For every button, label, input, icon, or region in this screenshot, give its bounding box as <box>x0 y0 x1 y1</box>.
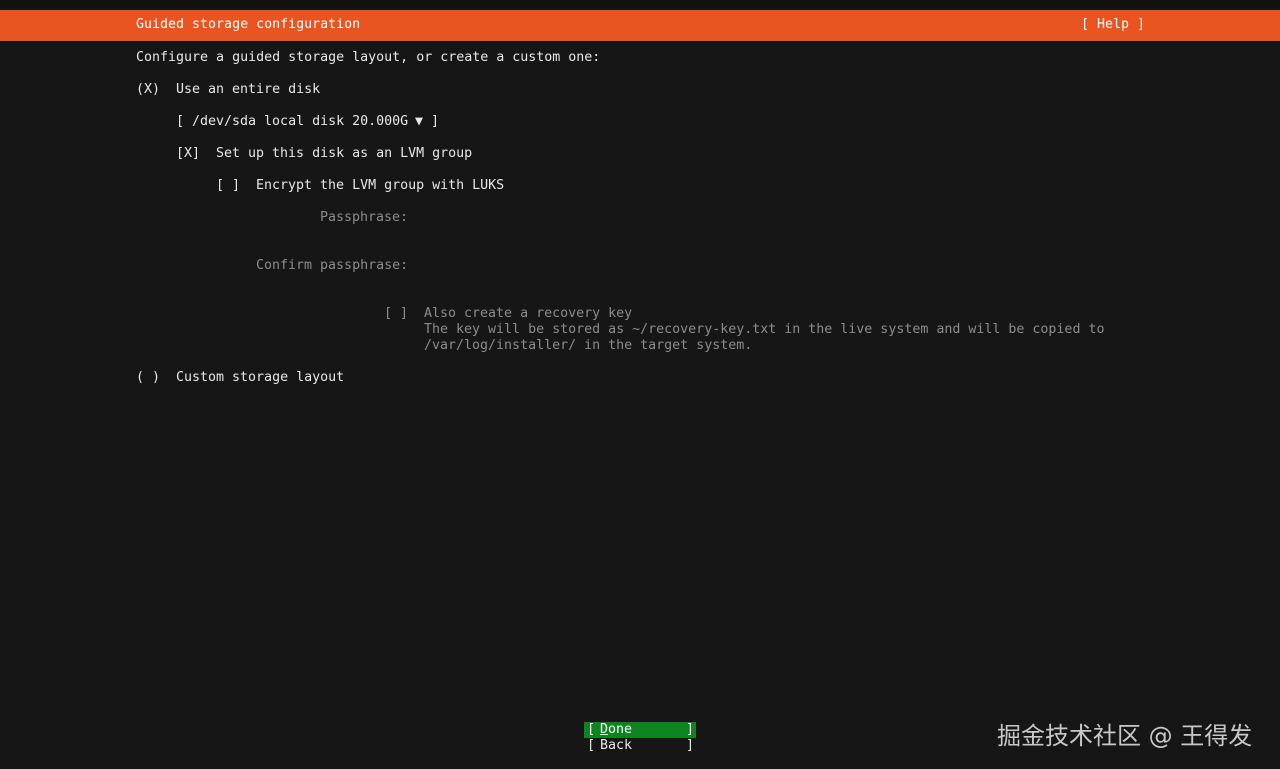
disk-select-value[interactable]: /dev/sda local disk 20.000G <box>192 114 408 130</box>
lvm-checkbox[interactable]: [X] <box>176 146 200 162</box>
custom-storage-radio[interactable]: ( ) <box>136 370 160 386</box>
recovery-key-description-line1: The key will be stored as ~/recovery-key… <box>424 322 1105 337</box>
use-entire-disk-label[interactable]: Use an entire disk <box>176 82 320 98</box>
confirm-passphrase-label: Confirm passphrase: <box>256 258 409 273</box>
done-button-label-rest: one <box>608 722 633 737</box>
passphrase-label: Passphrase: <box>320 210 409 225</box>
watermark: 掘金技术社区 @ 王得发 <box>997 722 1253 750</box>
encrypt-checkbox[interactable]: [ ] <box>216 178 240 194</box>
disk-select-open-bracket: [ <box>176 114 185 129</box>
encrypt-label[interactable]: Encrypt the LVM group with LUKS <box>256 178 504 194</box>
help-button[interactable]: [ Help ] <box>1081 17 1145 32</box>
back-button-label: Back <box>600 738 633 753</box>
done-button-hotkey: D <box>600 722 609 737</box>
back-button[interactable]: [ Back ] <box>584 738 696 754</box>
lvm-label[interactable]: Set up this disk as an LVM group <box>216 146 472 162</box>
recovery-key-checkbox[interactable]: [ ] <box>384 306 408 322</box>
intro-text: Configure a guided storage layout, or cr… <box>136 50 601 65</box>
recovery-key-label[interactable]: Also create a recovery key <box>424 306 632 322</box>
done-button[interactable]: [ Done ] <box>584 722 696 738</box>
chevron-down-icon[interactable]: ▼ <box>415 114 423 130</box>
custom-storage-label[interactable]: Custom storage layout <box>176 370 344 386</box>
passphrase-field[interactable] <box>424 210 824 226</box>
done-button-close-bracket: ] <box>685 722 694 737</box>
done-button-label: Done <box>600 722 632 738</box>
done-button-open-bracket: [ <box>587 722 596 737</box>
confirm-passphrase-field[interactable] <box>424 258 824 274</box>
use-entire-disk-radio[interactable]: (X) <box>136 82 160 98</box>
disk-select-close-bracket: ] <box>431 114 440 129</box>
back-button-open-bracket: [ <box>587 738 596 753</box>
recovery-key-description-line2: /var/log/installer/ in the target system… <box>424 338 753 353</box>
header-bar: Guided storage configuration [ Help ] <box>0 10 1280 41</box>
top-band <box>0 0 1280 8</box>
back-button-close-bracket: ] <box>685 738 694 753</box>
screen-title: Guided storage configuration <box>136 17 361 32</box>
